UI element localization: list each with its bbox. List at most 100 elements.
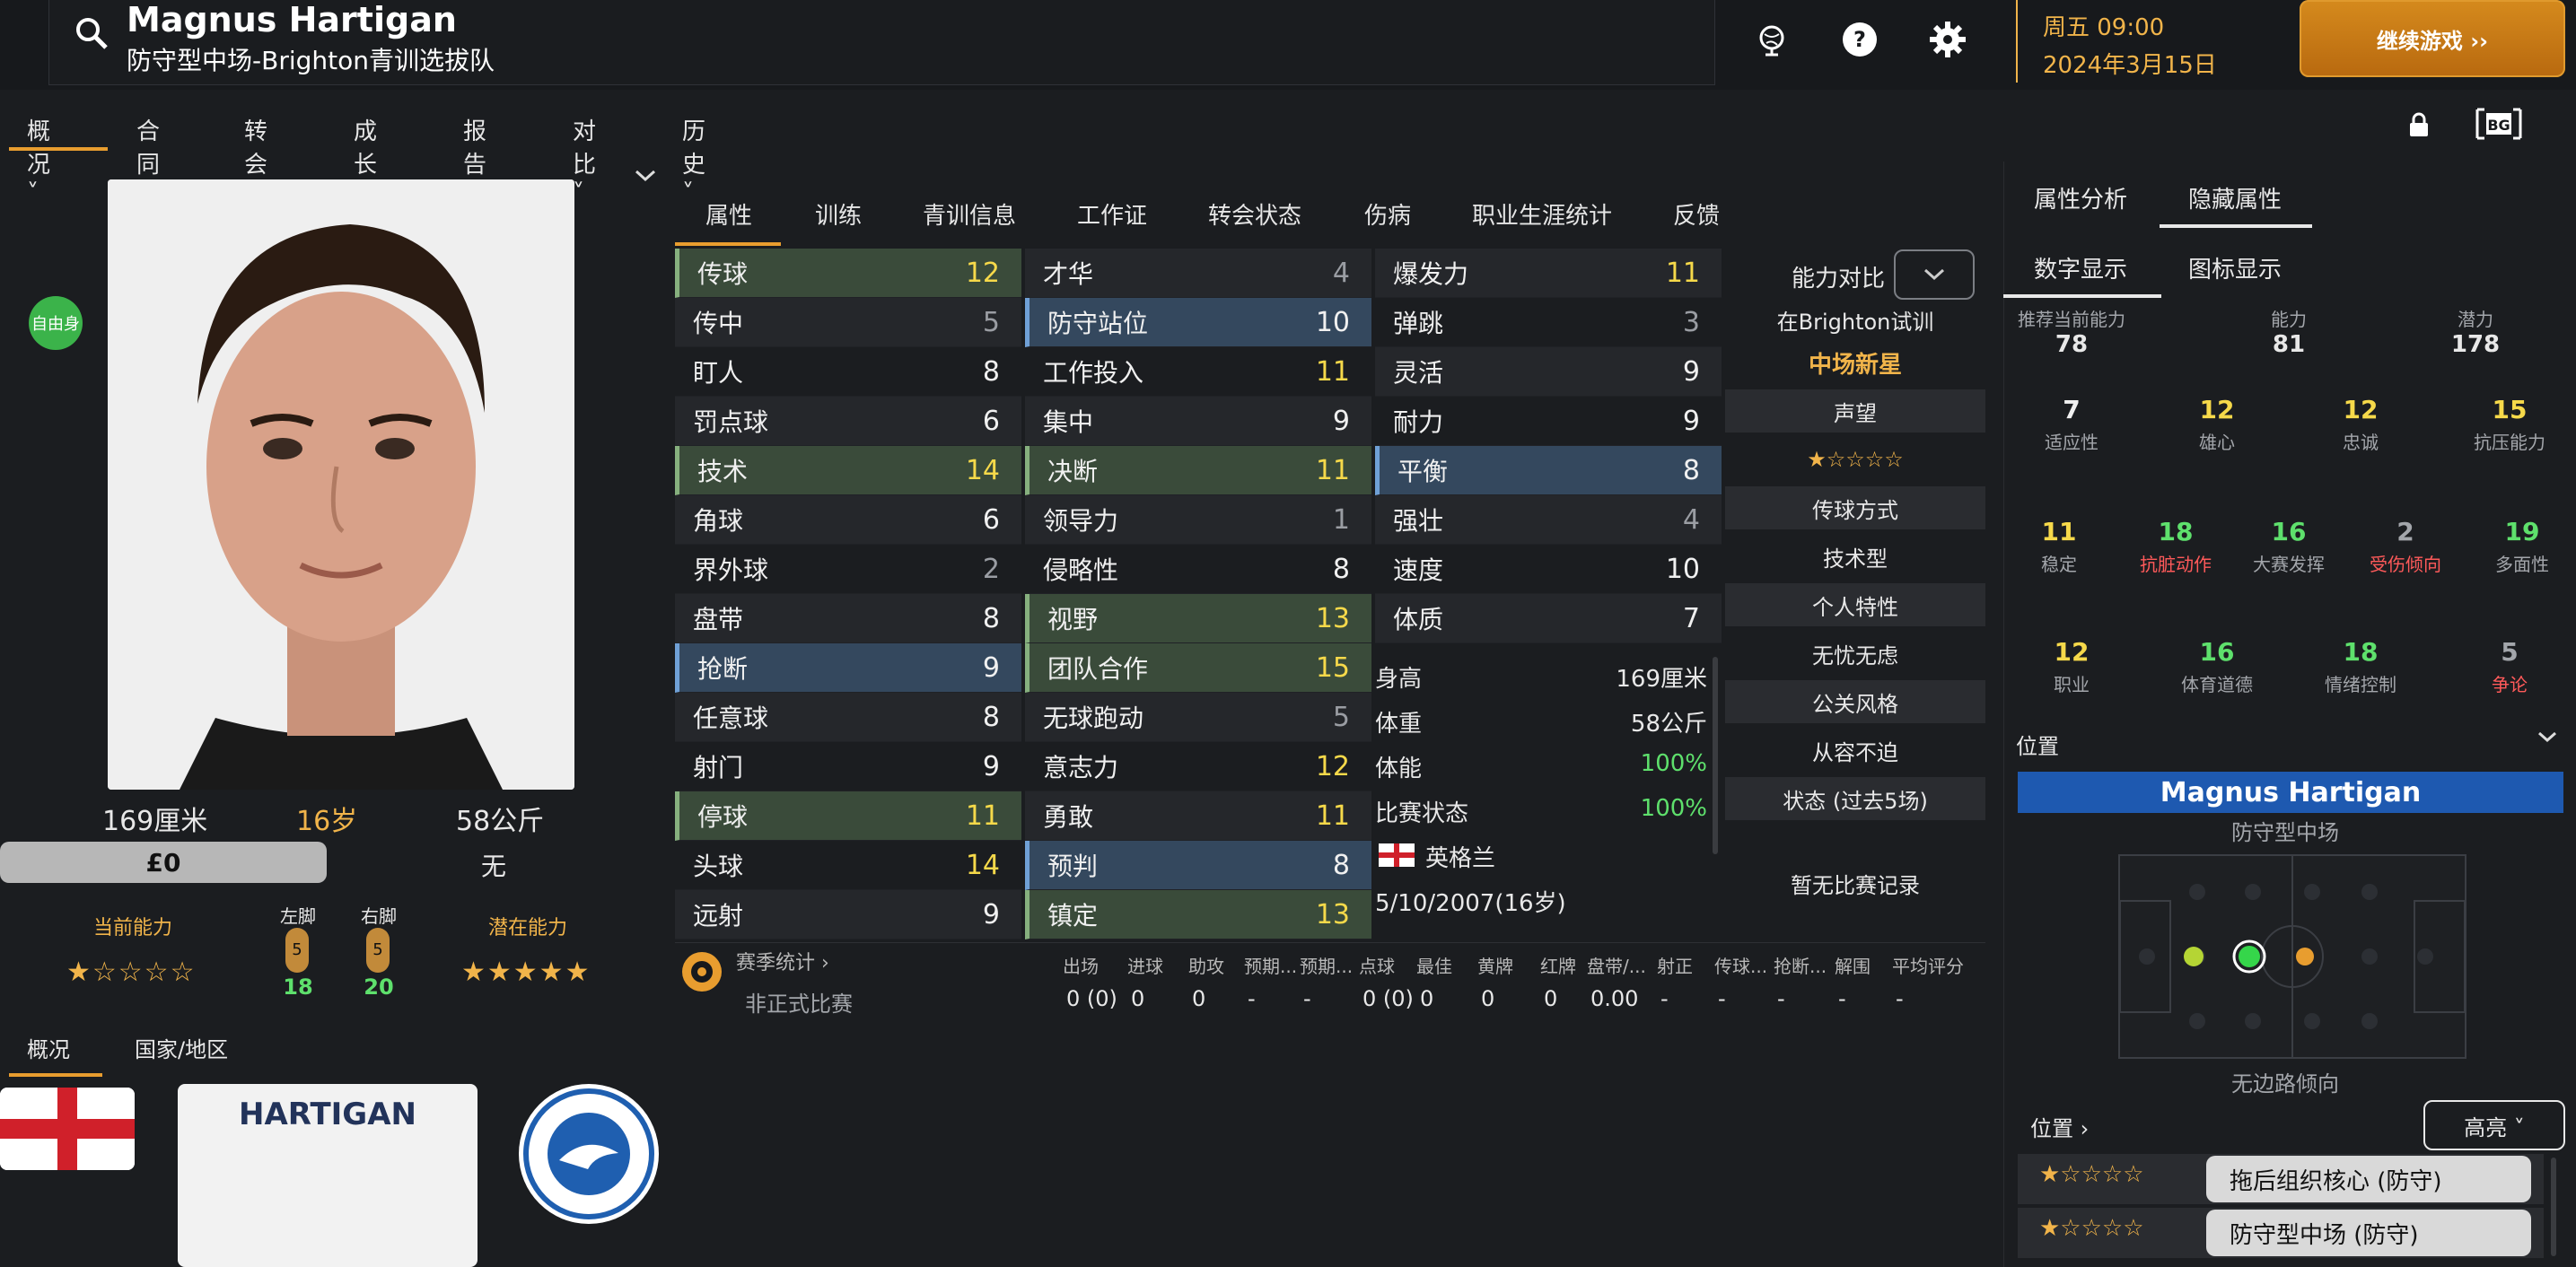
attribute-row[interactable]: 射门 9 — [675, 742, 1021, 791]
attribute-row[interactable]: 任意球 8 — [675, 693, 1021, 742]
season-col-value: 0 — [1544, 986, 1558, 1011]
attribute-row[interactable]: 界外球 2 — [675, 545, 1021, 594]
attribute-row[interactable]: 远射 9 — [675, 890, 1021, 939]
background-toggle-icon[interactable]: BG — [2474, 106, 2524, 145]
compare-dropdown[interactable] — [1894, 249, 1975, 300]
tab-icon-view[interactable]: 图标显示 — [2188, 251, 2282, 284]
chevron-down-icon[interactable] — [634, 169, 657, 187]
highlight-dropdown[interactable]: 高亮 ˅ — [2423, 1100, 2565, 1150]
settings-gear-icon[interactable] — [1926, 18, 1969, 61]
tab-number-view[interactable]: 数字显示 — [2034, 251, 2127, 284]
attribute-value: 12 — [1315, 750, 1350, 782]
season-col-header[interactable]: 射正 — [1657, 952, 1693, 978]
attribute-row[interactable]: 领导力 1 — [1025, 495, 1371, 545]
attribute-row[interactable]: 工作投入 11 — [1025, 347, 1371, 397]
tab-nation[interactable]: 国家/地区 — [135, 1032, 228, 1063]
season-col-header[interactable]: 黄牌 — [1477, 952, 1513, 978]
tab-attribute-analysis[interactable]: 属性分析 — [2034, 181, 2127, 214]
season-col-header[interactable]: 抢断... — [1774, 952, 1827, 978]
season-col-header[interactable]: 最佳 — [1416, 952, 1452, 978]
attribute-row[interactable]: 弹跳 3 — [1375, 298, 1722, 347]
role-select[interactable]: 拖后组织核心 (防守) — [2206, 1156, 2531, 1202]
attribute-row[interactable]: 头球 14 — [675, 841, 1021, 890]
tab-attributes[interactable]: 属性 — [705, 197, 752, 231]
attribute-value: 9 — [1332, 405, 1350, 437]
attribute-name: 工作投入 — [1043, 358, 1144, 388]
attribute-row[interactable]: 灵活 9 — [1375, 347, 1722, 397]
attribute-row[interactable]: 体质 7 — [1375, 594, 1722, 643]
bio-value: 100% — [1640, 795, 1707, 822]
positions-link[interactable]: 位置 › — [2030, 1111, 2089, 1142]
attribute-row[interactable]: 爆发力 11 — [1375, 249, 1722, 298]
tab-hidden-attributes[interactable]: 隐藏属性 — [2188, 181, 2282, 214]
season-col-header[interactable]: 传球... — [1714, 952, 1767, 978]
role-select[interactable]: 防守型中场 (防守) — [2206, 1210, 2531, 1256]
attribute-row[interactable]: 才华 4 — [1025, 249, 1371, 298]
attribute-row[interactable]: 团队合作 15 — [1025, 643, 1371, 693]
roles-scrollbar[interactable] — [2551, 1158, 2556, 1256]
attribute-row[interactable]: 视野 13 — [1025, 594, 1371, 643]
tab-transfer-status[interactable]: 转会状态 — [1208, 197, 1301, 231]
attribute-row[interactable]: 角球 6 — [675, 495, 1021, 545]
season-stats-link[interactable]: 赛季统计 › — [736, 947, 829, 975]
season-col-header[interactable]: 进球 — [1127, 952, 1163, 978]
tab-career-stats[interactable]: 职业生涯统计 — [1472, 197, 1612, 231]
attribute-row[interactable]: 强壮 4 — [1375, 495, 1722, 545]
attribute-row[interactable]: 集中 9 — [1025, 397, 1371, 446]
help-icon[interactable]: ? — [1838, 18, 1881, 61]
season-col-value: - — [1718, 986, 1726, 1011]
player-weight: 58公斤 — [456, 806, 545, 837]
tab-feedback[interactable]: 反馈 — [1673, 197, 1720, 231]
attribute-value: 11 — [1315, 454, 1350, 486]
bio-scrollbar[interactable] — [1713, 657, 1718, 854]
search-icon[interactable] — [71, 13, 112, 54]
season-col-header[interactable]: 盘带/... — [1587, 952, 1646, 978]
season-col-header[interactable]: 出场 — [1063, 952, 1099, 978]
chevron-down-icon[interactable] — [2537, 730, 2558, 748]
attribute-name: 停球 — [697, 802, 749, 832]
attribute-row[interactable]: 平衡 8 — [1375, 446, 1722, 495]
season-col-header[interactable]: 平均评分 — [1892, 952, 1964, 978]
stat-value: 178 — [2450, 331, 2501, 358]
attribute-row[interactable]: 传中 5 — [675, 298, 1021, 347]
tab-injuries[interactable]: 伤病 — [1364, 197, 1411, 231]
season-col-header[interactable]: 助攻 — [1188, 952, 1224, 978]
globe-icon[interactable] — [1750, 18, 1793, 61]
nav-compare[interactable]: 对比 ˅ — [573, 113, 596, 206]
attribute-row[interactable]: 停球 11 — [675, 791, 1021, 841]
attribute-row[interactable]: 意志力 12 — [1025, 742, 1371, 791]
bio-row: 比赛状态 100% — [1375, 790, 1707, 834]
tab-work-permit[interactable]: 工作证 — [1077, 197, 1147, 231]
right-foot-value: 20 — [364, 974, 394, 1000]
attribute-row[interactable]: 防守站位 10 — [1025, 298, 1371, 347]
attribute-row[interactable]: 速度 10 — [1375, 545, 1722, 594]
attribute-row[interactable]: 传球 12 — [675, 249, 1021, 298]
attribute-row[interactable]: 勇敢 11 — [1025, 791, 1371, 841]
attribute-row[interactable]: 无球跑动 5 — [1025, 693, 1371, 742]
attribute-row[interactable]: 罚点球 6 — [675, 397, 1021, 446]
continue-game-button[interactable]: 继续游戏 ›› — [2300, 0, 2565, 77]
season-col-header[interactable]: 预期... — [1300, 952, 1353, 978]
nav-history[interactable]: 历史 ˅ — [682, 113, 705, 206]
attribute-row[interactable]: 盯人 8 — [675, 347, 1021, 397]
attribute-row[interactable]: 预判 8 — [1025, 841, 1371, 890]
season-col-header[interactable]: 解围 — [1835, 952, 1871, 978]
attribute-row[interactable]: 决断 11 — [1025, 446, 1371, 495]
attribute-row[interactable]: 技术 14 — [675, 446, 1021, 495]
season-col-header[interactable]: 红牌 — [1540, 952, 1576, 978]
season-col-value: - — [1777, 986, 1785, 1011]
tab-overview[interactable]: 概况 — [27, 1032, 70, 1063]
stat-label: 潜力 — [2458, 309, 2493, 330]
attribute-row[interactable]: 耐力 9 — [1375, 397, 1722, 446]
tab-youth-info[interactable]: 青训信息 — [923, 197, 1016, 231]
attribute-row[interactable]: 镇定 13 — [1025, 890, 1371, 939]
nav-overview[interactable]: 概况 ˅ — [27, 113, 50, 206]
attribute-row[interactable]: 侵略性 8 — [1025, 545, 1371, 594]
attribute-row[interactable]: 盘带 8 — [675, 594, 1021, 643]
season-col-header[interactable]: 点球 — [1359, 952, 1395, 978]
attribute-row[interactable]: 抢断 9 — [675, 643, 1021, 693]
season-col-header[interactable]: 预期... — [1244, 952, 1297, 978]
tab-training[interactable]: 训练 — [815, 197, 862, 231]
reputation-stars: ★☆☆☆☆ — [1807, 447, 1904, 472]
lock-icon[interactable] — [2407, 111, 2431, 142]
